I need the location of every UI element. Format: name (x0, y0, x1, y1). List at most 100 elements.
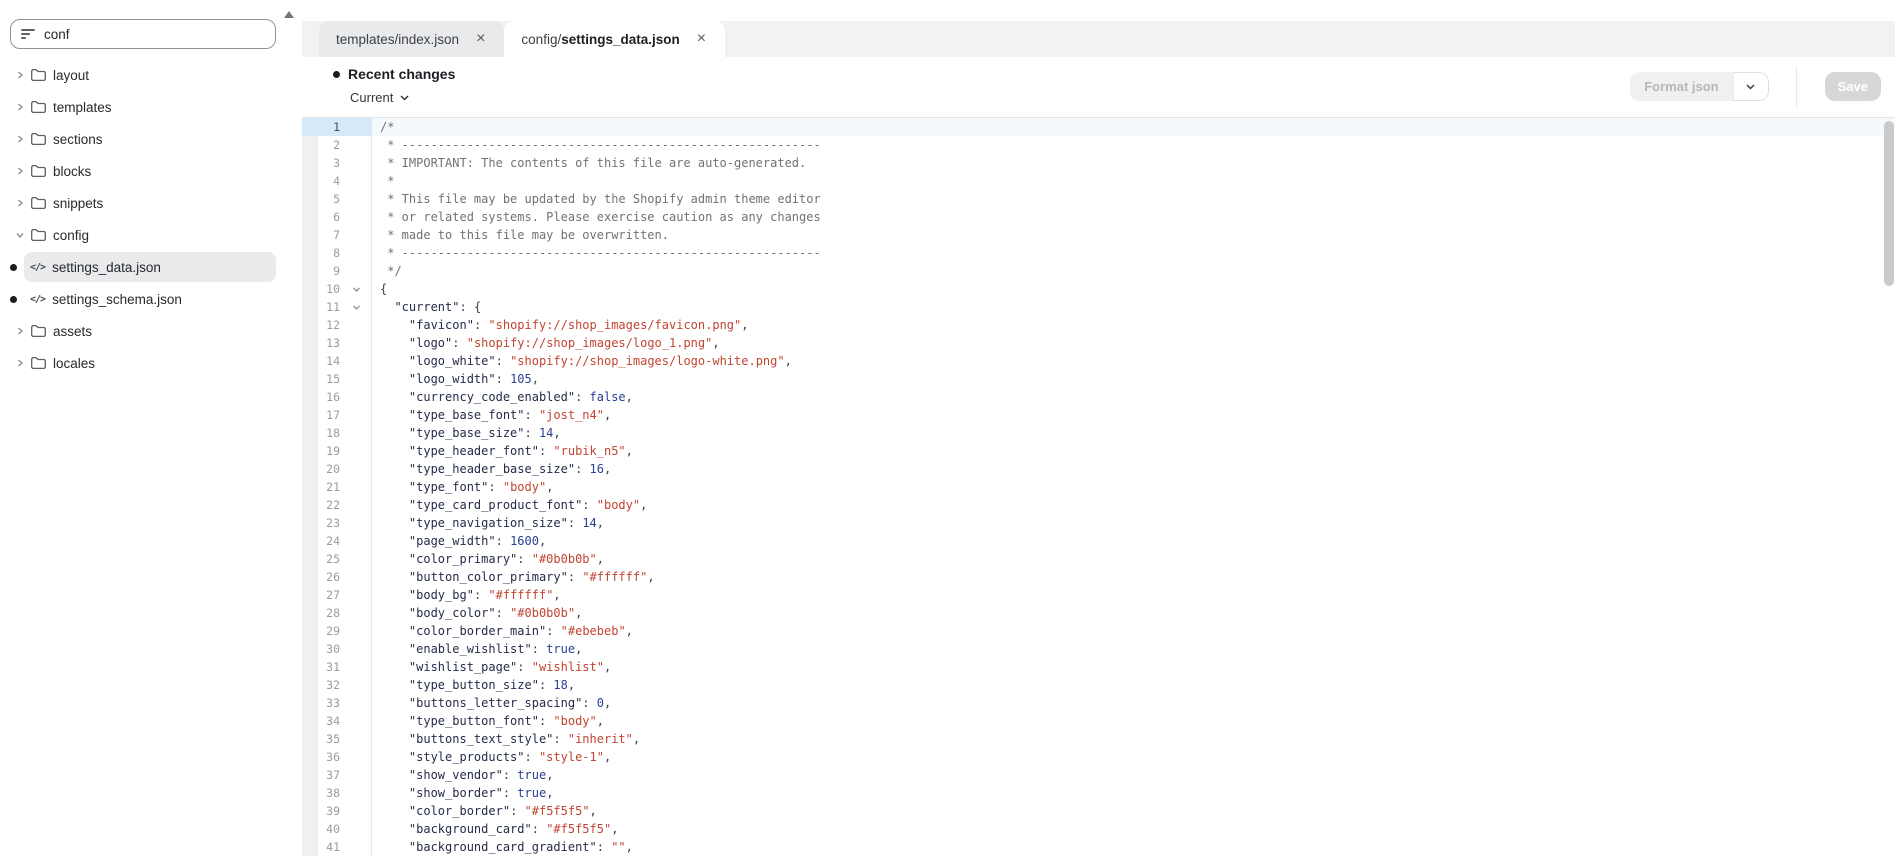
code-line-content[interactable]: "type_card_product_font": "body", (372, 496, 1895, 514)
editor-line-29[interactable]: 29 "color_border_main": "#ebebeb", (302, 622, 1895, 640)
code-line-content[interactable]: "background_card": "#f5f5f5", (372, 820, 1895, 838)
editor-line-25[interactable]: 25 "color_primary": "#0b0b0b", (302, 550, 1895, 568)
editor-line-31[interactable]: 31 "wishlist_page": "wishlist", (302, 658, 1895, 676)
tab-close-icon[interactable]: × (474, 31, 487, 47)
format-json-dropdown-button[interactable] (1733, 72, 1769, 101)
editor-line-11[interactable]: 11 "current": { (302, 298, 1895, 316)
save-button[interactable]: Save (1825, 72, 1881, 101)
code-line-content[interactable]: "type_button_size": 18, (372, 676, 1895, 694)
editor-line-20[interactable]: 20 "type_header_base_size": 16, (302, 460, 1895, 478)
code-line-content[interactable]: "color_border": "#f5f5f5", (372, 802, 1895, 820)
fold-chevron-icon[interactable] (352, 304, 361, 311)
editor-line-9[interactable]: 9 */ (302, 262, 1895, 280)
sidebar-item-sections[interactable]: sections (0, 123, 302, 155)
editor-line-10[interactable]: 10{ (302, 280, 1895, 298)
code-line-content[interactable]: "background_card_gradient": "", (372, 838, 1895, 856)
sidebar-item-assets[interactable]: assets (0, 315, 302, 347)
code-line-content[interactable]: "buttons_letter_spacing": 0, (372, 694, 1895, 712)
code-line-content[interactable]: { (372, 280, 1895, 298)
code-line-content[interactable]: "type_header_base_size": 16, (372, 460, 1895, 478)
editor-line-41[interactable]: 41 "background_card_gradient": "", (302, 838, 1895, 856)
code-line-content[interactable]: * --------------------------------------… (372, 244, 1895, 262)
editor-line-14[interactable]: 14 "logo_white": "shopify://shop_images/… (302, 352, 1895, 370)
code-line-content[interactable]: "buttons_text_style": "inherit", (372, 730, 1895, 748)
editor-line-7[interactable]: 7 * made to this file may be overwritten… (302, 226, 1895, 244)
editor-line-19[interactable]: 19 "type_header_font": "rubik_n5", (302, 442, 1895, 460)
editor-line-21[interactable]: 21 "type_font": "body", (302, 478, 1895, 496)
editor-scrollbar-thumb[interactable] (1884, 121, 1894, 286)
editor-line-6[interactable]: 6 * or related systems. Please exercise … (302, 208, 1895, 226)
editor-line-22[interactable]: 22 "type_card_product_font": "body", (302, 496, 1895, 514)
code-line-content[interactable]: "current": { (372, 298, 1895, 316)
editor-line-13[interactable]: 13 "logo": "shopify://shop_images/logo_1… (302, 334, 1895, 352)
version-selector[interactable]: Current (350, 90, 409, 105)
code-line-content[interactable]: "wishlist_page": "wishlist", (372, 658, 1895, 676)
editor-line-8[interactable]: 8 * ------------------------------------… (302, 244, 1895, 262)
sidebar-item-settings-schema-json[interactable]: </>settings_schema.json (0, 283, 302, 315)
sidebar-item-settings-data-json[interactable]: </>settings_data.json (0, 251, 302, 283)
sidebar-item-snippets[interactable]: snippets (0, 187, 302, 219)
editor-line-4[interactable]: 4 * (302, 172, 1895, 190)
code-line-content[interactable]: "color_primary": "#0b0b0b", (372, 550, 1895, 568)
code-line-content[interactable]: "type_header_font": "rubik_n5", (372, 442, 1895, 460)
sidebar-scroll-up-arrow[interactable] (284, 11, 294, 18)
editor-line-39[interactable]: 39 "color_border": "#f5f5f5", (302, 802, 1895, 820)
editor-line-5[interactable]: 5 * This file may be updated by the Shop… (302, 190, 1895, 208)
code-line-content[interactable]: * (372, 172, 1895, 190)
tab-close-icon[interactable]: × (695, 31, 708, 47)
editor-line-27[interactable]: 27 "body_bg": "#ffffff", (302, 586, 1895, 604)
editor-line-2[interactable]: 2 * ------------------------------------… (302, 136, 1895, 154)
editor-line-12[interactable]: 12 "favicon": "shopify://shop_images/fav… (302, 316, 1895, 334)
code-line-content[interactable]: "type_button_font": "body", (372, 712, 1895, 730)
code-line-content[interactable]: "show_border": true, (372, 784, 1895, 802)
editor-line-37[interactable]: 37 "show_vendor": true, (302, 766, 1895, 784)
code-line-content[interactable]: "logo": "shopify://shop_images/logo_1.pn… (372, 334, 1895, 352)
editor-line-26[interactable]: 26 "button_color_primary": "#ffffff", (302, 568, 1895, 586)
editor-line-16[interactable]: 16 "currency_code_enabled": false, (302, 388, 1895, 406)
editor-line-38[interactable]: 38 "show_border": true, (302, 784, 1895, 802)
code-line-content[interactable]: "type_base_size": 14, (372, 424, 1895, 442)
code-line-content[interactable]: * or related systems. Please exercise ca… (372, 208, 1895, 226)
file-search-input[interactable] (44, 27, 265, 42)
fold-chevron-icon[interactable] (352, 286, 361, 293)
editor-line-34[interactable]: 34 "type_button_font": "body", (302, 712, 1895, 730)
code-line-content[interactable]: "enable_wishlist": true, (372, 640, 1895, 658)
code-line-content[interactable]: */ (372, 262, 1895, 280)
editor-line-32[interactable]: 32 "type_button_size": 18, (302, 676, 1895, 694)
code-line-content[interactable]: "body_color": "#0b0b0b", (372, 604, 1895, 622)
code-line-content[interactable]: "logo_white": "shopify://shop_images/log… (372, 352, 1895, 370)
editor-line-24[interactable]: 24 "page_width": 1600, (302, 532, 1895, 550)
code-editor[interactable]: 1/*2 * ---------------------------------… (302, 118, 1895, 861)
sidebar-item-config[interactable]: config (0, 219, 302, 251)
code-line-content[interactable]: "button_color_primary": "#ffffff", (372, 568, 1895, 586)
editor-line-1[interactable]: 1/* (302, 118, 1895, 136)
code-line-content[interactable]: "page_width": 1600, (372, 532, 1895, 550)
code-line-content[interactable]: "favicon": "shopify://shop_images/favico… (372, 316, 1895, 334)
code-line-content[interactable]: "logo_width": 105, (372, 370, 1895, 388)
editor-line-28[interactable]: 28 "body_color": "#0b0b0b", (302, 604, 1895, 622)
editor-line-40[interactable]: 40 "background_card": "#f5f5f5", (302, 820, 1895, 838)
sidebar-item-layout[interactable]: layout (0, 59, 302, 91)
editor-line-33[interactable]: 33 "buttons_letter_spacing": 0, (302, 694, 1895, 712)
code-line-content[interactable]: /* (372, 118, 1895, 136)
editor-line-36[interactable]: 36 "style_products": "style-1", (302, 748, 1895, 766)
code-line-content[interactable]: "currency_code_enabled": false, (372, 388, 1895, 406)
code-line-content[interactable]: "color_border_main": "#ebebeb", (372, 622, 1895, 640)
editor-line-17[interactable]: 17 "type_base_font": "jost_n4", (302, 406, 1895, 424)
format-json-button[interactable]: Format json (1630, 72, 1732, 101)
code-line-content[interactable]: "type_navigation_size": 14, (372, 514, 1895, 532)
code-line-content[interactable]: * This file may be updated by the Shopif… (372, 190, 1895, 208)
tab-templates-index-json[interactable]: templates/index.json× (319, 21, 504, 57)
sidebar-item-templates[interactable]: templates (0, 91, 302, 123)
code-line-content[interactable]: "show_vendor": true, (372, 766, 1895, 784)
sidebar-item-locales[interactable]: locales (0, 347, 302, 379)
editor-line-30[interactable]: 30 "enable_wishlist": true, (302, 640, 1895, 658)
editor-line-18[interactable]: 18 "type_base_size": 14, (302, 424, 1895, 442)
editor-line-23[interactable]: 23 "type_navigation_size": 14, (302, 514, 1895, 532)
editor-line-3[interactable]: 3 * IMPORTANT: The contents of this file… (302, 154, 1895, 172)
editor-line-15[interactable]: 15 "logo_width": 105, (302, 370, 1895, 388)
file-search-box[interactable] (10, 19, 276, 49)
code-line-content[interactable]: "style_products": "style-1", (372, 748, 1895, 766)
sidebar-item-blocks[interactable]: blocks (0, 155, 302, 187)
code-line-content[interactable]: "body_bg": "#ffffff", (372, 586, 1895, 604)
